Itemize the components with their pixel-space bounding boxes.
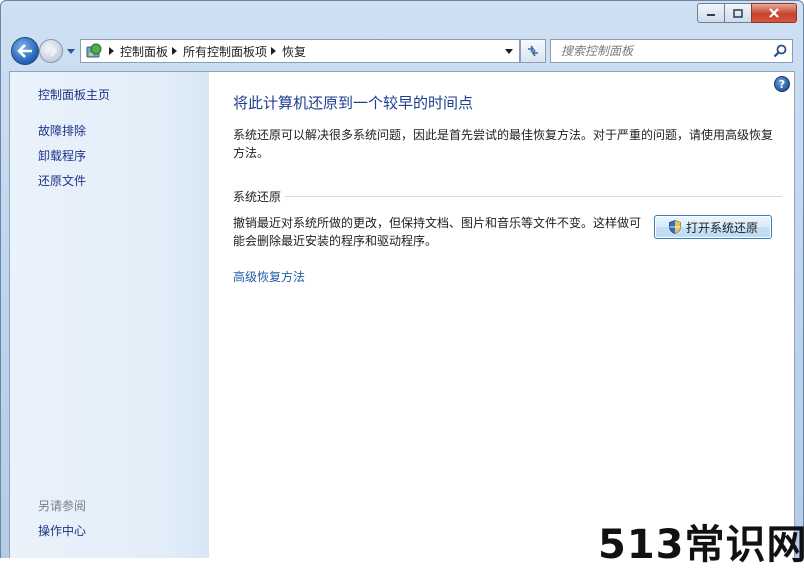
breadcrumb-all-items[interactable]: 所有控制面板项	[183, 43, 267, 60]
chevron-down-icon	[67, 48, 75, 54]
back-arrow-icon	[17, 44, 32, 58]
sidebar-item-uninstall[interactable]: 卸载程序	[38, 147, 86, 164]
maximize-button[interactable]	[724, 3, 751, 23]
sidebar-item-troubleshooting[interactable]: 故障排除	[38, 122, 86, 139]
control-panel-icon	[83, 40, 105, 62]
uac-shield-icon	[668, 220, 682, 234]
sidebar: 控制面板主页 故障排除 卸载程序 还原文件 另请参阅 操作中心	[10, 72, 209, 558]
section-title: 系统还原	[233, 189, 282, 204]
open-system-restore-button[interactable]: 打开系统还原	[654, 215, 772, 239]
advanced-recovery-link[interactable]: 高级恢复方法	[233, 268, 305, 285]
section-header: 系统还原	[233, 188, 782, 204]
search-input[interactable]	[559, 43, 773, 59]
section-divider	[285, 195, 782, 197]
close-icon	[769, 8, 779, 18]
close-button[interactable]	[751, 3, 797, 23]
watermark: 513常识网	[598, 522, 804, 568]
sidebar-item-restore-files[interactable]: 还原文件	[38, 172, 86, 189]
refresh-icon	[528, 45, 538, 57]
navigation-bar: 控制面板 所有控制面板项 恢复	[9, 37, 795, 65]
sidebar-item-action-center[interactable]: 操作中心	[38, 522, 86, 539]
address-bar[interactable]: 控制面板 所有控制面板项 恢复	[80, 39, 520, 63]
breadcrumb-arrow-icon[interactable]	[271, 47, 277, 55]
search-icon[interactable]	[772, 43, 788, 59]
minimize-button[interactable]	[697, 3, 724, 23]
forward-arrow-icon	[45, 45, 58, 57]
recent-pages-button[interactable]	[66, 46, 76, 56]
see-also-heading: 另请参阅	[38, 499, 87, 513]
forward-button[interactable]	[39, 39, 63, 63]
address-dropdown-button[interactable]	[501, 42, 517, 60]
refresh-button[interactable]	[520, 39, 546, 63]
page-title: 将此计算机还原到一个较早的时间点	[233, 94, 474, 112]
chevron-down-icon	[505, 48, 513, 54]
sidebar-item-home[interactable]: 控制面板主页	[38, 86, 110, 103]
back-button[interactable]	[11, 37, 39, 65]
caption-buttons	[697, 3, 797, 23]
search-box[interactable]	[550, 39, 793, 63]
breadcrumb-arrow-icon[interactable]	[109, 47, 114, 55]
control-panel-window: 控制面板 所有控制面板项 恢复 搜索控制面板 控制面板主页 故障排除 卸载程序 …	[0, 0, 804, 568]
breadcrumb-control-panel[interactable]: 控制面板	[120, 43, 168, 60]
open-system-restore-label: 打开系统还原	[685, 220, 758, 235]
client-area: 控制面板主页 故障排除 卸载程序 还原文件 另请参阅 操作中心 ? 将此计算机还…	[9, 71, 795, 559]
minimize-icon	[707, 14, 715, 16]
intro-text: 系统还原可以解决很多系统问题，因此是首先尝试的最佳恢复方法。对于严重的问题，请使…	[233, 128, 774, 160]
restore-description: 撤销最近对系统所做的更改，但保持文档、图片和音乐等文件不变。这样做可能会删除最近…	[233, 216, 642, 248]
main-content: ? 将此计算机还原到一个较早的时间点 系统还原可以解决很多系统问题，因此是首先尝…	[209, 72, 794, 558]
breadcrumb-arrow-icon[interactable]	[172, 47, 178, 55]
breadcrumb: 控制面板 所有控制面板项 恢复	[105, 43, 306, 60]
breadcrumb-recovery[interactable]: 恢复	[282, 43, 306, 60]
help-icon[interactable]: ?	[774, 76, 790, 92]
maximize-icon	[733, 8, 743, 18]
